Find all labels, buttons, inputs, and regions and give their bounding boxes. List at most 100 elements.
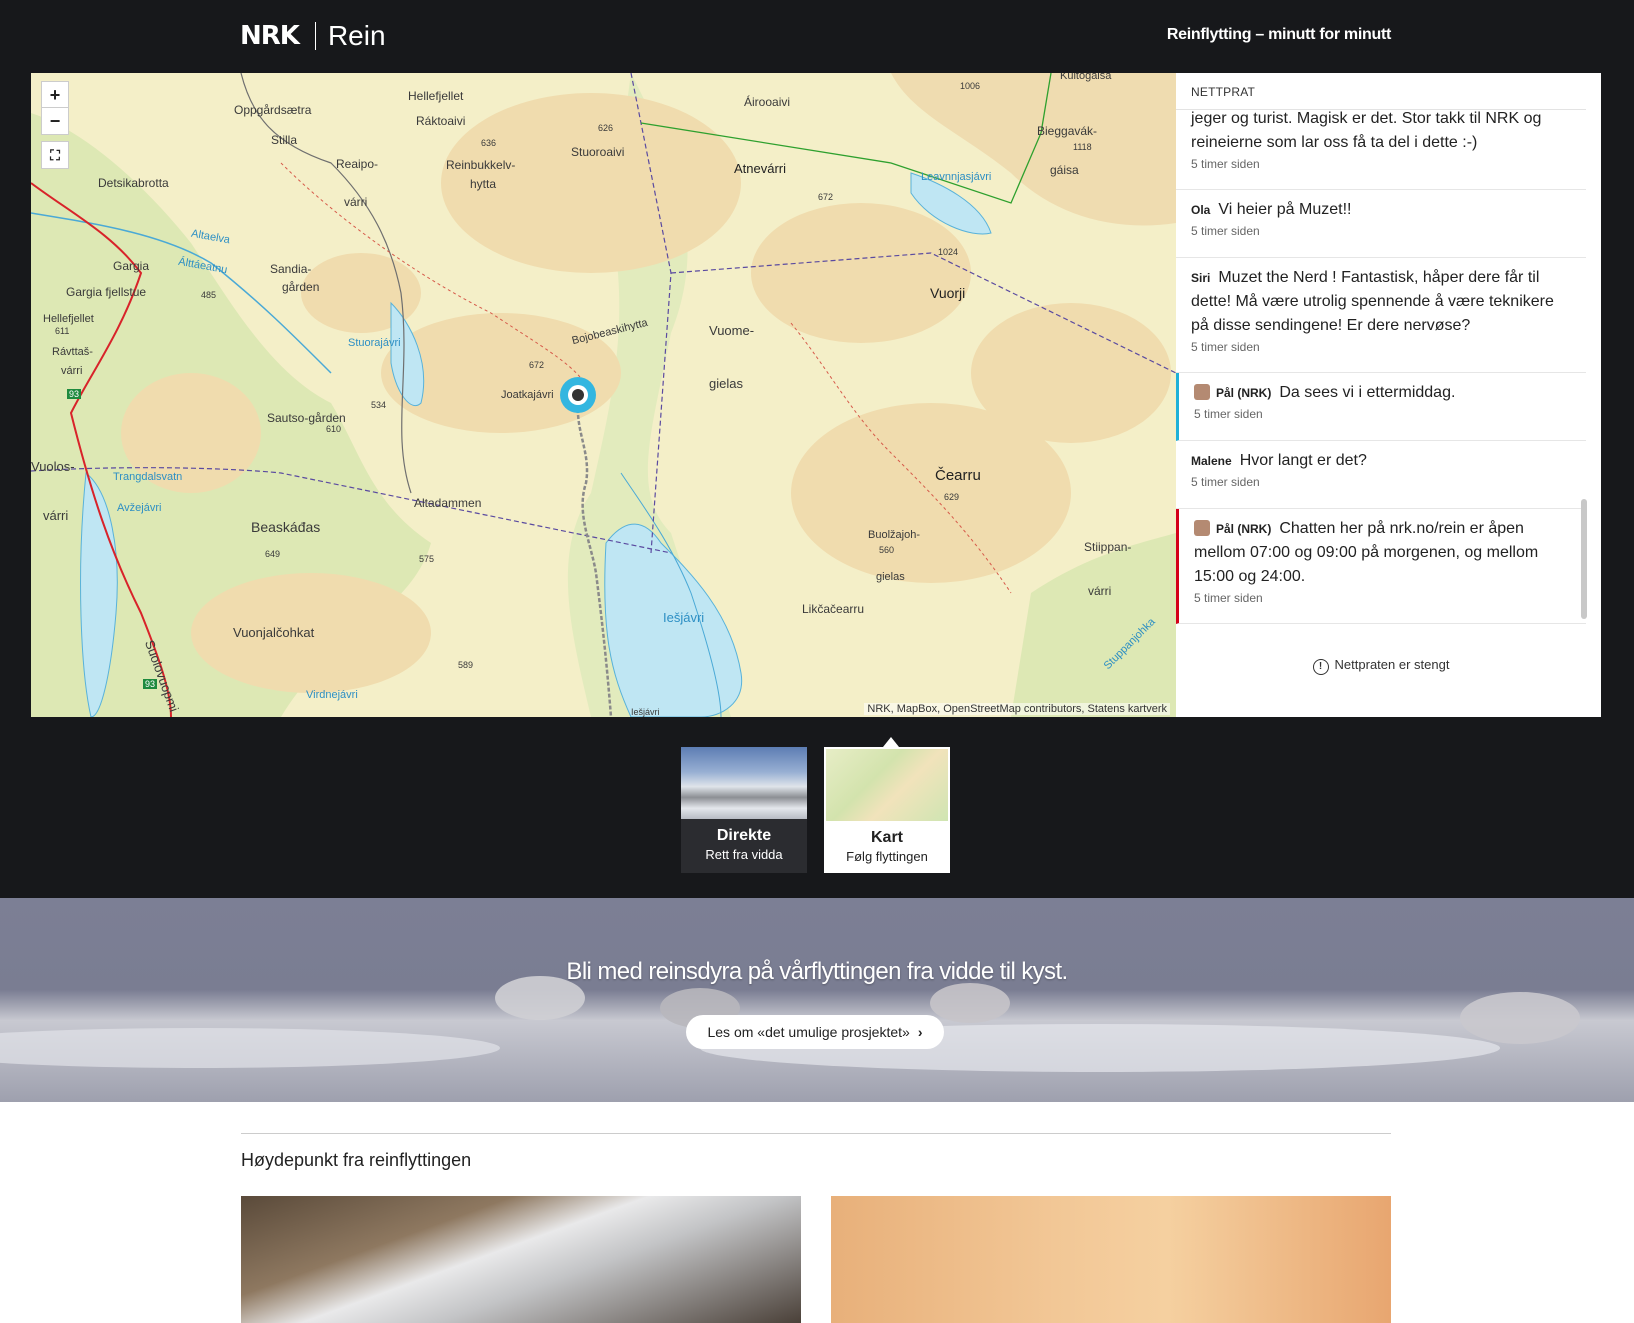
chat-message-author: Pål (NRK) (1216, 522, 1272, 536)
highlight-card[interactable] (831, 1196, 1391, 1323)
chat-message-time: 5 timer siden (1191, 475, 1260, 489)
chat-message-host: Pål (NRK) Da sees vi i ettermiddag. 5 tim… (1176, 373, 1586, 441)
elevation-label: 672 (818, 192, 834, 202)
map-label: gielas (709, 376, 743, 391)
reindeer-background (0, 976, 1580, 1072)
avatar (1194, 384, 1210, 400)
map-label: Buolžajoh- (868, 529, 920, 541)
elevation-label: 1024 (938, 247, 959, 257)
map-label: Stuoroaivi (571, 145, 625, 159)
map-label: Čearru (935, 467, 981, 484)
tab-subtitle: Følg flyttingen (846, 849, 928, 864)
map-label: Stuorajávri (348, 337, 401, 349)
nrk-logo[interactable]: NRK (240, 21, 300, 51)
map-label: Iešjávri (663, 610, 705, 625)
map-label: Altadammen (414, 496, 482, 510)
map-label: Ráktoaivi (416, 114, 466, 128)
map-label: Joatkajávri (501, 389, 554, 401)
highlights-title: Høydepunkt fra reinflyttingen (241, 1150, 472, 1170)
chat-message-time: 5 timer siden (1191, 224, 1260, 238)
map-label: Likčačearru (802, 602, 865, 616)
elevation-label: 636 (481, 138, 497, 148)
chat-message-author: Ola (1191, 203, 1211, 217)
map-label: Sandia- (270, 262, 312, 276)
elevation-label: 1118 (1073, 142, 1092, 152)
map-label: Bieggavák- (1037, 124, 1098, 138)
map-label: Vuonjalčohkat (233, 625, 315, 640)
header-nav-link[interactable]: Reinflytting – minutt for minutt (1167, 26, 1391, 44)
map-view[interactable]: + − ⛶ Oppgårdsætra Stilla Detsikabrotta … (31, 73, 1176, 717)
elevation-label: 629 (944, 492, 960, 502)
map-label: Kultogaisa (1060, 73, 1112, 82)
chat-panel: NETTPRAT jeger og turist. Magisk er det.… (1176, 73, 1601, 717)
map-label: Detsikabrotta (98, 176, 169, 190)
zoom-in-button[interactable]: + (41, 81, 69, 109)
highlight-card[interactable] (241, 1196, 801, 1323)
map-label: hytta (470, 177, 497, 191)
road-number: 93 (67, 389, 82, 399)
tab-kart[interactable]: Kart Følg flyttingen (824, 747, 950, 873)
banner-headline: Bli med reinsdyra på vårflyttingen fra v… (566, 958, 1068, 985)
chat-message-author: Pål (NRK) (1216, 386, 1272, 400)
map-label: Áirooaivi (744, 95, 791, 109)
chat-message-text: Muzet the Nerd ! Fantastisk, håper dere … (1191, 269, 1554, 334)
map-label: Gargia fjellstue (66, 285, 147, 299)
chat-scrollbar[interactable] (1581, 499, 1587, 619)
site-name[interactable]: Rein (328, 20, 386, 52)
chat-message-text: Vi heier på Muzet!! (1218, 201, 1352, 218)
map-label: Gargia (113, 259, 150, 273)
tab-title: Direkte (716, 827, 772, 844)
elevation-label: 1006 (960, 81, 981, 91)
elevation-label: 589 (458, 660, 474, 670)
read-project-button[interactable]: Les om «det umulige prosjektet» › (686, 1015, 944, 1049)
site-logo[interactable]: NRK Rein (240, 20, 386, 52)
logo-divider (314, 22, 316, 50)
elevation-label: 485 (201, 290, 217, 300)
tab-subtitle: Rett fra vidda (705, 847, 783, 862)
map-label: Vuorji (930, 285, 966, 301)
tab-direkte[interactable]: Direkte Rett fra vidda (681, 747, 807, 873)
tab-title: Kart (870, 829, 903, 846)
chat-message: Ola Vi heier på Muzet!! 5 timer siden (1176, 190, 1586, 258)
map-label: Stiippan- (1084, 540, 1132, 554)
highlights-divider (241, 1133, 1391, 1134)
map-label: Trangdalsvatn (113, 471, 183, 483)
live-thumbnail (681, 747, 807, 819)
avatar (1194, 520, 1210, 536)
chat-message-time: 5 timer siden (1194, 407, 1263, 421)
map-label: Virdnejávri (306, 689, 358, 701)
button-label: Les om «det umulige prosjektet» (707, 1024, 910, 1040)
elevation-label: 610 (326, 424, 342, 434)
map-label: várri (43, 508, 69, 523)
map-label: Atnevárri (734, 161, 787, 176)
alert-icon: ! (1312, 659, 1329, 675)
map-label: várri (61, 365, 83, 377)
elevation-label: 534 (371, 400, 387, 410)
chat-message-author: Malene (1191, 454, 1232, 468)
chat-closed-text: Nettpraten er stengt (1334, 657, 1450, 672)
hero-banner: Bli med reinsdyra på vårflyttingen fra v… (0, 898, 1634, 1102)
fullscreen-icon[interactable]: ⛶ (41, 141, 69, 169)
map-label: Leavnnjasjávri (921, 171, 992, 183)
map-label: Reinbukkelv- (446, 158, 516, 172)
map-thumbnail (826, 749, 948, 821)
chat-message-time: 5 timer siden (1191, 157, 1260, 171)
map-attribution[interactable]: NRK, MapBox, OpenStreetMap contributors,… (864, 703, 1170, 715)
chat-title: NETTPRAT (1191, 85, 1256, 99)
chat-closed-notice: ! Nettpraten er stengt (1176, 657, 1586, 675)
map-label: Hellefjellet (408, 89, 464, 103)
elevation-label: 560 (879, 545, 895, 555)
map-label: gielas (876, 571, 905, 583)
active-tab-caret (883, 737, 899, 747)
chat-message: Siri Muzet the Nerd ! Fantastisk, håper d… (1176, 258, 1586, 373)
chat-message-text: Hvor langt er det? (1239, 452, 1367, 469)
map-label: Iešjávri (631, 707, 660, 717)
map-canvas[interactable] (31, 73, 1176, 717)
map-label: Hellefjellet (43, 313, 94, 325)
chat-message-host: Pål (NRK) Chatten her på nrk.no/rein er å… (1176, 509, 1586, 624)
elevation-label: 649 (265, 549, 281, 559)
map-label: Vuolos- (31, 459, 75, 474)
elevation-label: 575 (419, 554, 435, 564)
map-label: várri (344, 195, 368, 209)
zoom-out-button[interactable]: − (41, 107, 69, 135)
